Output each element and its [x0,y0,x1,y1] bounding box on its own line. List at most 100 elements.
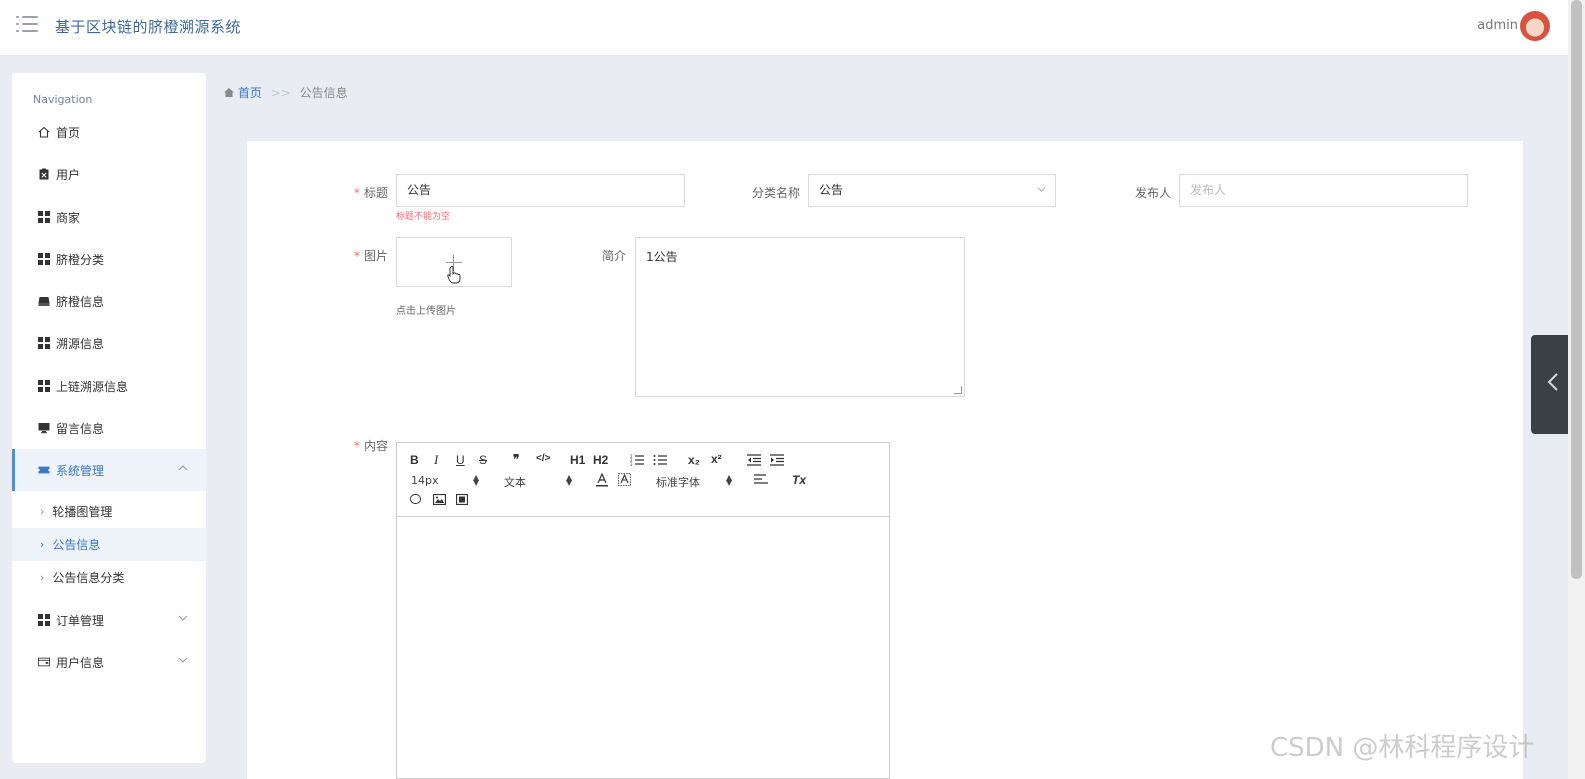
sidebar-item-home[interactable]: 首页 [12,111,206,153]
h2-button[interactable]: H2 [593,453,608,467]
sidebar-item-system-management[interactable]: 系统管理 [12,449,206,491]
app-title: 基于区块链的脐橙溯源系统 [55,18,242,36]
watermark: CSDN @林科程序设计 [1270,733,1535,763]
image-upload-box[interactable] [396,237,512,287]
font-size-picker[interactable]: 14px ▲ ▼ [411,473,481,488]
chevron-down-icon [1037,175,1046,206]
background-color-icon[interactable] [618,473,631,490]
sidebar-subitem-carousel[interactable]: › 轮播图管理 [12,495,206,528]
home-icon [224,86,238,100]
editor-toolbar: B I U S ❞ </> H1 H2 123 x₂ x² 14px ▲ ▼ 文本… [397,443,889,517]
breadcrumb-separator: >> [270,86,291,100]
font-family-picker[interactable]: 标准字体 ▲ ▼ [656,474,736,490]
bold-button[interactable]: B [410,453,419,467]
avatar[interactable] [1520,11,1550,41]
sidebar-item-label: 用户信息 [56,655,105,670]
scrollbar-thumb[interactable] [1571,0,1582,579]
superscript-button[interactable]: x² [711,452,722,466]
sidebar-item-label: 首页 [56,125,81,140]
sidebar-item-chain-trace-info[interactable]: 上链溯源信息 [12,365,206,407]
editor-content-area[interactable] [397,517,889,779]
align-icon[interactable] [754,474,768,489]
category-select-value: 公告 [819,183,844,197]
resize-handle-icon[interactable] [954,386,962,394]
content-label: * 内容 [353,439,388,453]
ordered-list-icon[interactable]: 123 [630,454,644,469]
user-name[interactable]: admin [1477,18,1518,33]
ticket-icon [38,464,50,476]
text-color-icon[interactable] [596,472,608,490]
publisher-input[interactable]: 发布人 [1179,174,1468,207]
chevron-down-icon [178,655,188,668]
intro-textarea[interactable]: 1公告 [635,237,965,397]
menu-toggle-icon[interactable] [16,15,38,33]
sidebar-subitem-announcement[interactable]: › 公告信息 [12,528,206,561]
svg-text:3: 3 [630,462,633,466]
nav-heading: Navigation [33,93,93,106]
top-header: 基于区块链的脐橙溯源系统 admin [0,0,1568,56]
sidebar-item-trace-info[interactable]: 溯源信息 [12,322,206,364]
chevron-right-icon: › [40,571,45,584]
updown-arrows-icon: ▲ ▼ [726,473,733,487]
sidebar-item-user-info[interactable]: 用户信息 [12,641,206,683]
right-panel-toggle[interactable] [1531,335,1571,434]
upload-hint: 点击上传图片 [396,306,456,317]
italic-button[interactable]: I [434,452,438,468]
title-input[interactable]: 公告 [396,174,685,207]
sidebar-subitem-announcement-category[interactable]: › 公告信息分类 [12,561,206,594]
sidebar-item-label: 商家 [56,210,81,225]
scrollbar[interactable] [1568,0,1585,779]
underline-button[interactable]: U [456,453,465,467]
chevron-right-icon: › [40,505,45,518]
updown-arrows-icon: ▲ ▼ [566,473,573,487]
code-block-button[interactable]: </> [536,453,550,464]
sidebar-item-order-management[interactable]: 订单管理 [12,599,206,641]
video-icon[interactable] [455,493,469,508]
pointer-cursor-icon [447,266,461,287]
blockquote-button[interactable]: ❞ [513,452,519,466]
sidebar-subitem-label: 轮播图管理 [52,505,113,519]
indent-icon[interactable] [770,454,784,469]
grid-icon [38,614,50,626]
sidebar-item-label: 留言信息 [56,421,105,436]
sidebar-item-label: 脐橙分类 [56,252,105,267]
intro-label: 简介 [601,249,626,263]
header-picker[interactable]: 文本 ▲ ▼ [504,474,574,490]
intro-text: 1公告 [646,250,678,264]
publisher-label: 发布人 [1134,186,1171,200]
h1-button[interactable]: H1 [570,453,585,467]
sidebar-item-orange-category[interactable]: 脐橙分类 [12,238,206,280]
sidebar-subitem-label: 公告信息 [52,538,101,552]
title-label: * 标题 [353,186,388,200]
strike-button[interactable]: S [479,453,487,467]
subscript-button[interactable]: x₂ [688,453,700,467]
grid-icon [38,211,50,223]
title-error: 标题不能为空 [396,212,451,222]
sidebar-item-label: 溯源信息 [56,336,105,351]
image-icon[interactable] [432,493,447,508]
chevron-right-icon: › [40,538,45,551]
link-icon[interactable] [410,494,421,504]
sidebar-item-merchant[interactable]: 商家 [12,196,206,238]
grid-icon [38,253,50,265]
breadcrumb: 首页 >> 公告信息 [224,84,348,101]
rich-text-editor: B I U S ❞ </> H1 H2 123 x₂ x² 14px ▲ ▼ 文本… [396,442,890,779]
chevron-left-icon [1547,372,1559,397]
updown-arrows-icon: ▲ ▼ [473,473,480,487]
sidebar-item-users[interactable]: 用户 [12,153,206,195]
breadcrumb-home[interactable]: 首页 [238,86,262,100]
clean-format-button[interactable]: Tx [792,473,806,487]
inbox-icon [38,295,50,307]
sidebar-item-label: 上链溯源信息 [56,379,129,394]
sidebar-item-orange-info[interactable]: 脐橙信息 [12,280,206,322]
image-label: * 图片 [353,249,388,263]
grid-icon [38,380,50,392]
category-select[interactable]: 公告 [808,174,1056,207]
breadcrumb-current: 公告信息 [299,86,348,100]
sidebar-subitem-label: 公告信息分类 [52,571,125,585]
outdent-icon[interactable] [747,454,761,469]
clipboard-icon [38,168,50,180]
bullet-list-icon[interactable] [653,454,667,469]
sidebar-item-messages[interactable]: 留言信息 [12,407,206,449]
monitor-icon [38,422,50,434]
